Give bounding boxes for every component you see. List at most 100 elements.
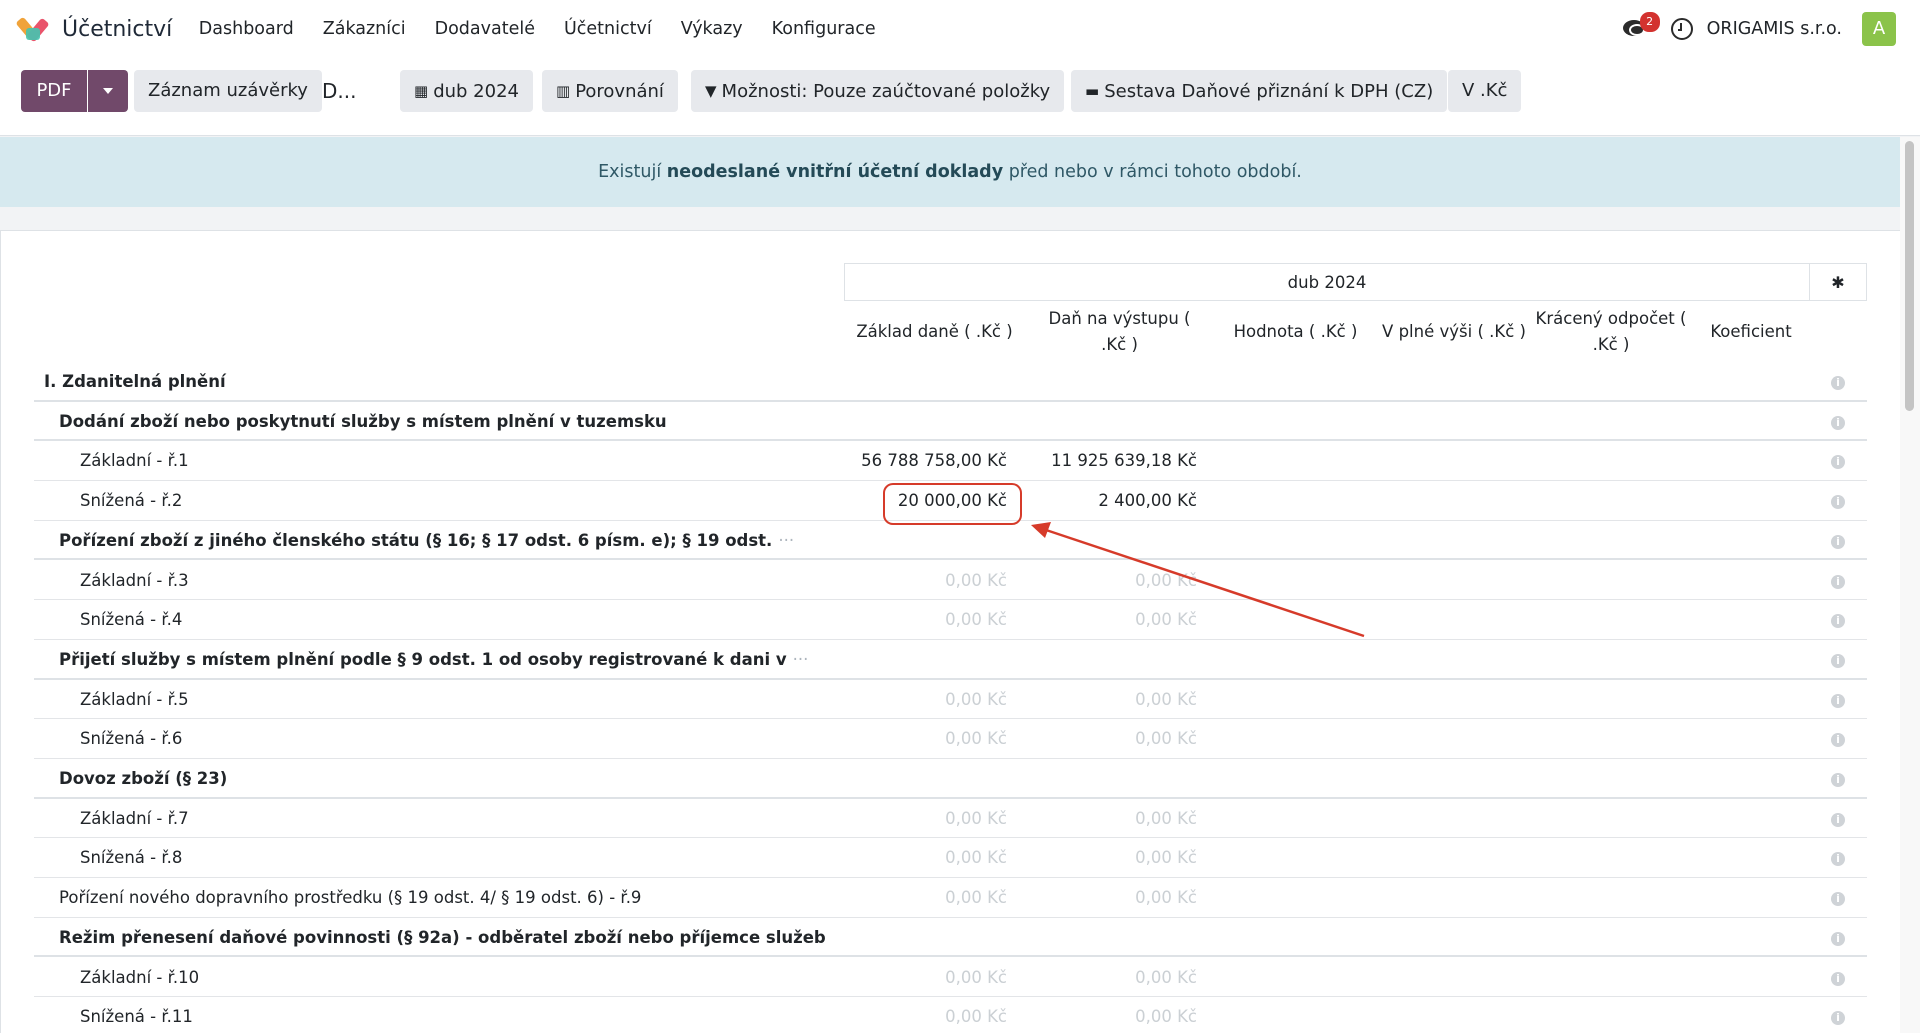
info-icon[interactable]: i <box>1831 892 1845 907</box>
report-line-label[interactable]: Základní - ř.5 <box>80 680 189 720</box>
scrollbar-thumb[interactable] <box>1905 141 1914 411</box>
info-icon[interactable]: i <box>1831 614 1845 629</box>
info-icon[interactable]: i <box>1831 534 1845 549</box>
info-icon[interactable]: i <box>1831 376 1845 390</box>
unsent-entries-link[interactable]: neodeslané vnitřní účetní doklady <box>667 162 1003 182</box>
tax-base-value[interactable]: 0,00 Kč <box>807 997 1007 1033</box>
export-dropdown-button[interactable] <box>88 70 128 112</box>
report-line-label-text: Snížená - ř.11 <box>80 1007 193 1027</box>
output-tax-value[interactable]: 0,00 Kč <box>997 958 1197 998</box>
clock-icon[interactable] <box>1670 18 1693 40</box>
report-line-label[interactable]: Snížená - ř.2 <box>80 481 182 521</box>
output-tax-value[interactable]: 0,00 Kč <box>997 680 1197 720</box>
info-icon[interactable]: i <box>1831 931 1845 946</box>
report-line[interactable]: Snížená - ř.4 0,00 Kč 0,00 Kč i <box>34 600 1867 640</box>
info-icon[interactable]: i <box>1831 733 1845 748</box>
closing-entry-button[interactable]: Záznam uzávěrky <box>134 70 322 112</box>
info-icon[interactable]: i <box>1831 653 1845 668</box>
output-tax-value[interactable]: 0,00 Kč <box>997 838 1197 878</box>
tax-base-value[interactable]: 56 788 758,00 Kč <box>807 441 1007 481</box>
report-line-label[interactable]: Základní - ř.10 <box>80 958 199 998</box>
info-icon[interactable]: i <box>1831 971 1845 986</box>
info-icon[interactable]: i <box>1831 693 1845 708</box>
report-variant-button[interactable]: ▬ Sestava Daňové přiznání k DPH (CZ) <box>1071 70 1448 112</box>
report-line[interactable]: Snížená - ř.8 0,00 Kč 0,00 Kč i <box>34 838 1867 879</box>
report-line-label[interactable]: Snížená - ř.8 <box>80 838 182 878</box>
report-line-label[interactable]: Snížená - ř.4 <box>80 600 182 640</box>
report-line[interactable]: Pořízení nového dopravního prostředku (§… <box>34 878 1867 918</box>
output-tax-value[interactable]: 0,00 Kč <box>997 600 1197 640</box>
pdf-button[interactable]: PDF <box>21 70 87 112</box>
output-tax-value[interactable]: 0,00 Kč <box>997 878 1197 918</box>
comparison-button[interactable]: ▥ Porovnání <box>542 70 678 112</box>
report-line[interactable]: Snížená - ř.11 0,00 Kč 0,00 Kč i <box>34 997 1867 1033</box>
report-line-label[interactable]: Dovoz zboží (§ 23) <box>59 759 227 799</box>
tax-base-value[interactable]: 0,00 Kč <box>807 958 1007 998</box>
currency-button[interactable]: V .Kč <box>1448 70 1522 112</box>
report-line-label[interactable]: Přijetí služby s místem plnění podle § 9… <box>59 640 808 680</box>
user-avatar[interactable]: A <box>1862 12 1896 46</box>
menu-reporting[interactable]: Výkazy <box>666 19 757 39</box>
report-line-label[interactable]: Snížená - ř.11 <box>80 997 193 1033</box>
report-line[interactable]: Dovoz zboží (§ 23) i <box>34 759 1867 799</box>
menu-customers[interactable]: Zákazníci <box>308 19 420 39</box>
app-logo-icon[interactable] <box>15 15 50 43</box>
info-icon[interactable]: i <box>1831 415 1845 430</box>
info-icon[interactable]: i <box>1831 812 1845 827</box>
report-line[interactable]: Režim přenesení daňové povinnosti (§ 92a… <box>34 918 1867 958</box>
report-line[interactable]: Pořízení zboží z jiného členského státu … <box>34 521 1867 561</box>
report-line[interactable]: Základní - ř.7 0,00 Kč 0,00 Kč i <box>34 799 1867 839</box>
tax-base-value[interactable]: 0,00 Kč <box>807 838 1007 878</box>
info-icon[interactable]: i <box>1831 1011 1845 1026</box>
info-icon[interactable]: i <box>1831 773 1845 787</box>
report-line[interactable]: Základní - ř.3 0,00 Kč 0,00 Kč i <box>34 561 1867 601</box>
report-line-label[interactable]: Pořízení zboží z jiného členského státu … <box>59 521 794 561</box>
report-line[interactable]: Snížená - ř.6 0,00 Kč 0,00 Kč i <box>34 719 1867 759</box>
info-icon[interactable]: i <box>1831 495 1845 510</box>
report-line-label[interactable]: Základní - ř.1 <box>80 441 189 481</box>
info-icon[interactable]: i <box>1831 574 1845 589</box>
info-icon[interactable]: i <box>1831 852 1845 867</box>
ellipsis-icon[interactable]: ··· <box>778 531 794 550</box>
report-line-label[interactable]: Snížená - ř.6 <box>80 719 182 759</box>
scrollbar[interactable] <box>1900 137 1920 1033</box>
warning-alert: Existují neodeslané vnitřní účetní dokla… <box>0 137 1900 207</box>
report-line[interactable]: Základní - ř.10 0,00 Kč 0,00 Kč i <box>34 958 1867 998</box>
tax-base-value[interactable]: 0,00 Kč <box>807 600 1007 640</box>
report-line-label[interactable]: Základní - ř.7 <box>80 799 189 839</box>
output-tax-value[interactable]: 2 400,00 Kč <box>997 481 1197 521</box>
report-line-label[interactable]: Pořízení nového dopravního prostředku (§… <box>59 878 641 918</box>
report-line[interactable]: Základní - ř.1 56 788 758,00 Kč 11 925 639… <box>34 441 1867 482</box>
menu-accounting[interactable]: Účetnictví <box>549 19 666 39</box>
debug-bug-icon[interactable]: ✱ <box>1809 263 1867 301</box>
output-tax-value[interactable]: 0,00 Kč <box>997 997 1197 1033</box>
report-line-label[interactable]: Režim přenesení daňové povinnosti (§ 92a… <box>59 918 826 958</box>
report-line[interactable]: I. Zdanitelná plnění i <box>34 362 1867 402</box>
period-filter-label: dub 2024 <box>433 81 519 102</box>
ellipsis-icon[interactable]: ··· <box>793 650 809 669</box>
report-line-label[interactable]: I. Zdanitelná plnění <box>44 362 226 402</box>
output-tax-value[interactable]: 11 925 639,18 Kč <box>997 441 1197 481</box>
report-line[interactable]: Dodání zboží nebo poskytnutí služby s mí… <box>34 402 1867 442</box>
tax-base-value[interactable]: 0,00 Kč <box>807 680 1007 720</box>
app-name[interactable]: Účetnictví <box>62 17 172 42</box>
menu-vendors[interactable]: Dodavatelé <box>420 19 549 39</box>
report-line[interactable]: Přijetí služby s místem plnění podle § 9… <box>34 640 1867 680</box>
report-line-label[interactable]: Základní - ř.3 <box>80 561 189 601</box>
tax-base-value[interactable]: 0,00 Kč <box>807 878 1007 918</box>
tax-base-value[interactable]: 0,00 Kč <box>807 719 1007 759</box>
tax-base-value[interactable]: 0,00 Kč <box>807 799 1007 839</box>
messaging-icon[interactable]: 2 <box>1621 12 1660 44</box>
menu-configuration[interactable]: Konfigurace <box>757 19 890 39</box>
output-tax-value[interactable]: 0,00 Kč <box>997 561 1197 601</box>
period-filter-button[interactable]: ▦ dub 2024 <box>400 70 533 112</box>
tax-base-value[interactable]: 0,00 Kč <box>807 561 1007 601</box>
output-tax-value[interactable]: 0,00 Kč <box>997 719 1197 759</box>
menu-dashboard[interactable]: Dashboard <box>184 19 308 39</box>
info-icon[interactable]: i <box>1831 455 1845 470</box>
report-line-label[interactable]: Dodání zboží nebo poskytnutí služby s mí… <box>59 402 667 442</box>
report-line[interactable]: Základní - ř.5 0,00 Kč 0,00 Kč i <box>34 680 1867 720</box>
company-switcher[interactable]: ORIGAMIS s.r.o. <box>1707 19 1842 39</box>
options-filter-button[interactable]: ▼ Možnosti: Pouze zaúčtované položky <box>691 70 1065 112</box>
output-tax-value[interactable]: 0,00 Kč <box>997 799 1197 839</box>
